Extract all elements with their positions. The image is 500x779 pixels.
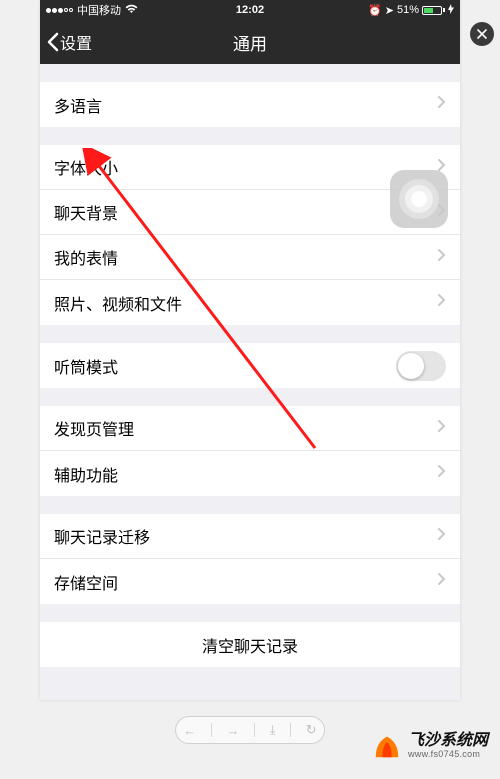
toggle-earpiece[interactable] — [396, 351, 446, 381]
row-media[interactable]: 照片、视频和文件 — [40, 280, 460, 325]
battery-pct: 51% — [397, 4, 419, 16]
row-multilang[interactable]: 多语言 — [40, 82, 460, 127]
chevron-right-icon — [437, 527, 446, 546]
prev-icon[interactable]: ← — [183, 723, 196, 738]
row-label: 听筒模式 — [54, 354, 396, 378]
row-earpiece[interactable]: 听筒模式 — [40, 343, 460, 388]
wifi-icon — [125, 4, 138, 17]
chevron-right-icon — [437, 419, 446, 438]
settings-list: 多语言字体大小聊天背景我的表情照片、视频和文件听筒模式发现页管理辅助功能聊天记录… — [40, 82, 460, 667]
close-icon — [477, 29, 487, 39]
row-migrate[interactable]: 聊天记录迁移 — [40, 514, 460, 559]
row-label: 多语言 — [54, 93, 437, 117]
settings-group: 聊天记录迁移存储空间 — [40, 514, 460, 604]
row-label: 我的表情 — [54, 245, 437, 269]
row-label: 照片、视频和文件 — [54, 291, 437, 315]
chevron-right-icon — [437, 248, 446, 267]
chevron-right-icon — [437, 95, 446, 114]
settings-group: 清空聊天记录 — [40, 622, 460, 667]
row-label: 存储空间 — [54, 570, 437, 594]
chevron-left-icon — [46, 32, 60, 52]
settings-group: 发现页管理辅助功能 — [40, 406, 460, 496]
chevron-right-icon — [437, 464, 446, 483]
row-label: 聊天背景 — [54, 200, 437, 224]
watermark-url: www.fs0745.com — [408, 750, 488, 759]
download-icon[interactable]: ⤓ — [270, 722, 276, 738]
battery-icon — [422, 6, 445, 15]
settings-group: 听筒模式 — [40, 343, 460, 388]
assistive-touch-button[interactable] — [390, 170, 448, 228]
next-icon[interactable]: → — [227, 723, 240, 738]
chevron-right-icon — [437, 293, 446, 312]
watermark-name: 飞沙系统网 — [408, 733, 488, 750]
phone-frame: 中国移动 12:02 ⏰ ➤ 51% 设置 通用 多语言字体大小聊天背景我的表情… — [40, 0, 460, 700]
settings-group: 多语言 — [40, 82, 460, 127]
nav-header: 设置 通用 — [40, 20, 460, 64]
watermark: 飞沙系统网 www.fs0745.com — [372, 731, 488, 761]
charging-icon — [448, 4, 454, 17]
viewer-toolbar: ← → ⤓ ↻ — [175, 716, 325, 744]
row-stickers[interactable]: 我的表情 — [40, 235, 460, 280]
row-label: 辅助功能 — [54, 462, 437, 486]
row-accessibility[interactable]: 辅助功能 — [40, 451, 460, 496]
carrier-label: 中国移动 — [77, 2, 121, 18]
close-button[interactable] — [470, 22, 494, 46]
page-title: 通用 — [233, 30, 267, 55]
status-right: ⏰ ➤ 51% — [368, 4, 454, 17]
row-label: 发现页管理 — [54, 416, 437, 440]
watermark-icon — [372, 731, 402, 761]
row-discover[interactable]: 发现页管理 — [40, 406, 460, 451]
rotate-icon[interactable]: ↻ — [306, 722, 317, 738]
chevron-right-icon — [437, 572, 446, 591]
row-label: 聊天记录迁移 — [54, 524, 437, 548]
clear-chat-button[interactable]: 清空聊天记录 — [40, 622, 460, 667]
location-icon: ➤ — [385, 4, 394, 17]
back-button[interactable]: 设置 — [40, 30, 92, 54]
clock: 12:02 — [236, 4, 264, 16]
back-label: 设置 — [60, 30, 92, 54]
signal-icon — [46, 8, 73, 13]
row-storage[interactable]: 存储空间 — [40, 559, 460, 604]
row-label: 字体大小 — [54, 155, 437, 179]
status-bar: 中国移动 12:02 ⏰ ➤ 51% — [40, 0, 460, 20]
alarm-icon: ⏰ — [368, 4, 382, 17]
status-left: 中国移动 — [46, 2, 138, 18]
